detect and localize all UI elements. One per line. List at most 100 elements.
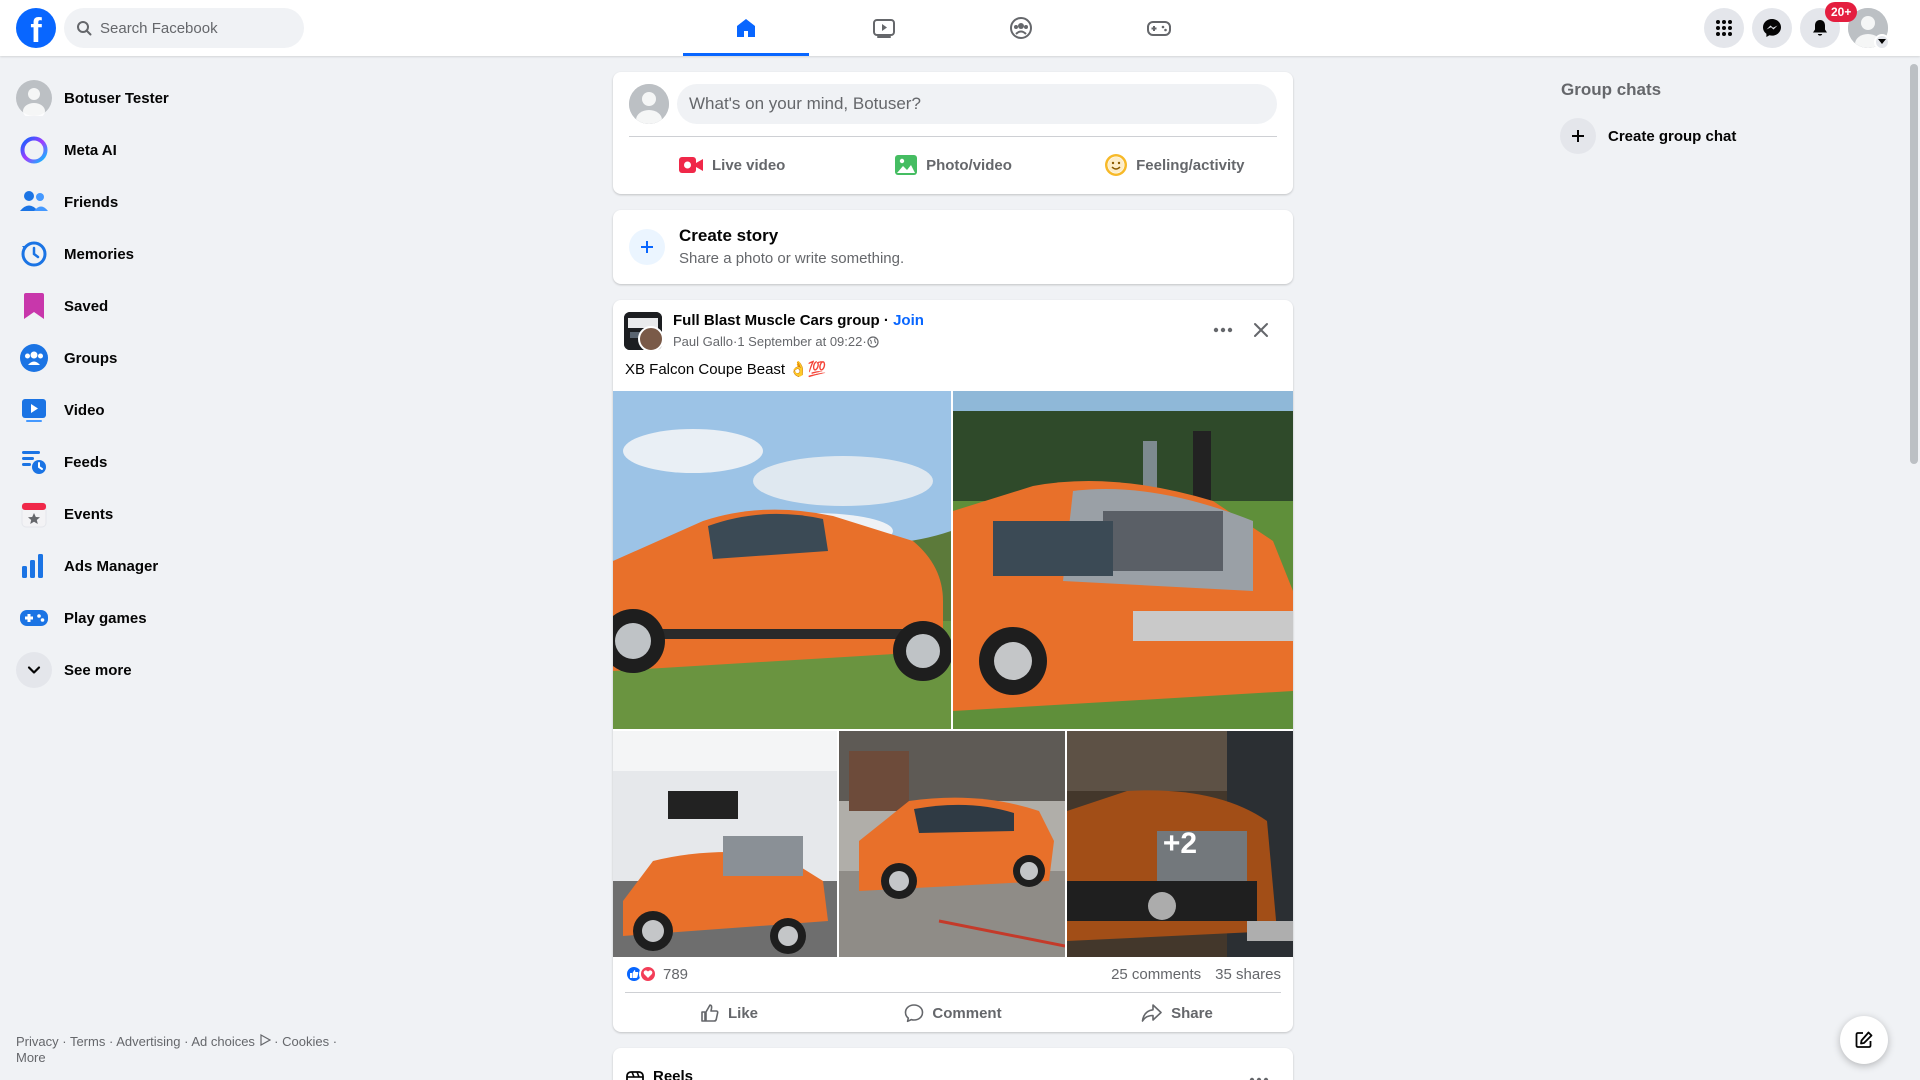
search-input[interactable] [100,8,296,48]
messenger-button[interactable] [1752,8,1792,48]
video-icon [16,392,52,428]
messenger-icon [1763,19,1781,37]
photo-video-button[interactable]: Photo/video [842,144,1063,186]
engagement-counts: 25 comments 35 shares [1111,966,1281,983]
create-group-chat-button[interactable]: Create group chat [1552,114,1852,158]
sidebar-item-label: Friends [64,193,119,211]
feed-post: Full Blast Muscle Cars group · Join Paul… [613,300,1293,1032]
cookies-link[interactable]: Cookies [282,1034,329,1049]
meta-ai-icon [16,132,52,168]
sidebar-item-events[interactable]: Events [8,488,348,540]
post-options-button[interactable] [1205,312,1241,348]
facebook-logo-letter: f [30,12,42,50]
live-video-button[interactable]: Live video [621,144,842,186]
ads-manager-icon [16,548,52,584]
author-name-link[interactable]: Paul Gallo [673,334,733,349]
header-separator: · [879,312,894,329]
more-photos-overlay: +2 [1067,731,1293,957]
sidebar-item-video[interactable]: Video [8,384,348,436]
comment-button[interactable]: Comment [841,996,1065,1030]
love-reaction-icon [639,965,657,983]
tab-gaming[interactable] [1096,0,1222,56]
groups-icon [16,340,52,376]
reels-section: Reels [613,1048,1293,1080]
sidebar-item-label: Ads Manager [64,557,159,575]
reaction-count[interactable]: 789 [663,966,688,983]
share-count[interactable]: 35 shares [1215,966,1281,983]
sidebar-item-play-games[interactable]: Play games [8,592,348,644]
app-grid-icon [1716,20,1732,36]
post-photo-5[interactable]: +2 [1067,731,1293,957]
facebook-logo[interactable]: f [16,8,56,50]
chevron-down-icon [1878,39,1886,44]
sidebar-item-groups[interactable]: Groups [8,332,348,384]
sidebar-item-meta-ai[interactable]: Meta AI [8,124,348,176]
tab-home[interactable] [683,0,809,56]
comment-icon [905,1004,924,1023]
tab-video[interactable] [821,0,947,56]
compose-icon [1855,1031,1873,1048]
sidebar-item-label: Groups [64,349,118,367]
thumbs-up-icon [701,1004,719,1022]
menu-button[interactable] [1704,8,1744,48]
sidebar-item-label: Feeds [64,453,108,471]
account-menu-caret[interactable] [1874,34,1890,50]
group-name-link[interactable]: Full Blast Muscle Cars group [673,312,880,329]
reels-options-button[interactable] [1241,1062,1277,1080]
live-video-label: Live video [711,156,786,174]
avatar[interactable] [629,84,669,124]
bell-icon [1813,20,1827,36]
create-story-card[interactable]: Create story Share a photo or write some… [613,210,1293,284]
friends-icon [16,184,52,220]
advertising-link[interactable]: Advertising [116,1034,180,1049]
sidebar-item-saved[interactable]: Saved [8,280,348,332]
plus-icon [1560,118,1596,154]
more-link[interactable]: More [16,1050,46,1065]
sidebar-item-label: Saved [64,297,109,315]
post-photo-4[interactable] [839,731,1065,957]
groups-icon [1010,17,1032,39]
post-photo-2[interactable] [953,391,1293,729]
events-icon [16,496,52,532]
see-more-circle [16,652,52,688]
post-photo-3[interactable] [613,731,837,957]
divider [625,992,1281,993]
scrollbar-thumb[interactable] [1910,64,1918,464]
group-chats-heading: Group chats [1561,80,1662,99]
terms-link[interactable]: Terms [70,1034,105,1049]
join-group-button[interactable]: Join [893,312,924,329]
sidebar-item-label: See more [64,661,132,679]
share-label: Share [1171,1004,1213,1022]
hide-post-button[interactable] [1243,312,1279,348]
page-scrollbar[interactable] [1908,56,1920,1080]
search-box[interactable] [64,8,304,48]
privacy-link[interactable]: Privacy [16,1034,59,1049]
feeling-activity-button[interactable]: Feeling/activity [1064,144,1285,186]
live-video-icon [678,157,703,173]
ad-choices-link[interactable]: Ad choices [191,1034,255,1049]
post-timestamp[interactable]: 1 September at 09:22 [737,334,862,349]
photo-video-label: Photo/video [926,156,1012,174]
create-story-title: Create story [679,226,779,245]
status-input[interactable] [677,84,1277,124]
memories-icon [16,236,52,272]
plus-icon [629,229,665,265]
comment-count[interactable]: 25 comments [1111,966,1201,983]
comment-label: Comment [932,1004,1002,1022]
smiley-icon [1105,154,1128,176]
post-photo-1[interactable] [613,391,951,729]
post-text: XB Falcon Coupe Beast 👌💯 [625,361,827,378]
like-button[interactable]: Like [617,996,841,1030]
sidebar-item-profile[interactable]: Botuser Tester [8,72,348,124]
author-avatar[interactable] [638,326,664,352]
post-header: Full Blast Muscle Cars group · Join [673,312,924,329]
sidebar-item-friends[interactable]: Friends [8,176,348,228]
share-button[interactable]: Share [1065,996,1289,1030]
new-message-button[interactable] [1840,1016,1888,1064]
ad-choices-icon [259,1033,271,1047]
sidebar-item-feeds[interactable]: Feeds [8,436,348,488]
sidebar-item-memories[interactable]: Memories [8,228,348,280]
tab-groups[interactable] [958,0,1084,56]
sidebar-item-ads-manager[interactable]: Ads Manager [8,540,348,592]
sidebar-item-see-more[interactable]: See more [8,644,348,696]
